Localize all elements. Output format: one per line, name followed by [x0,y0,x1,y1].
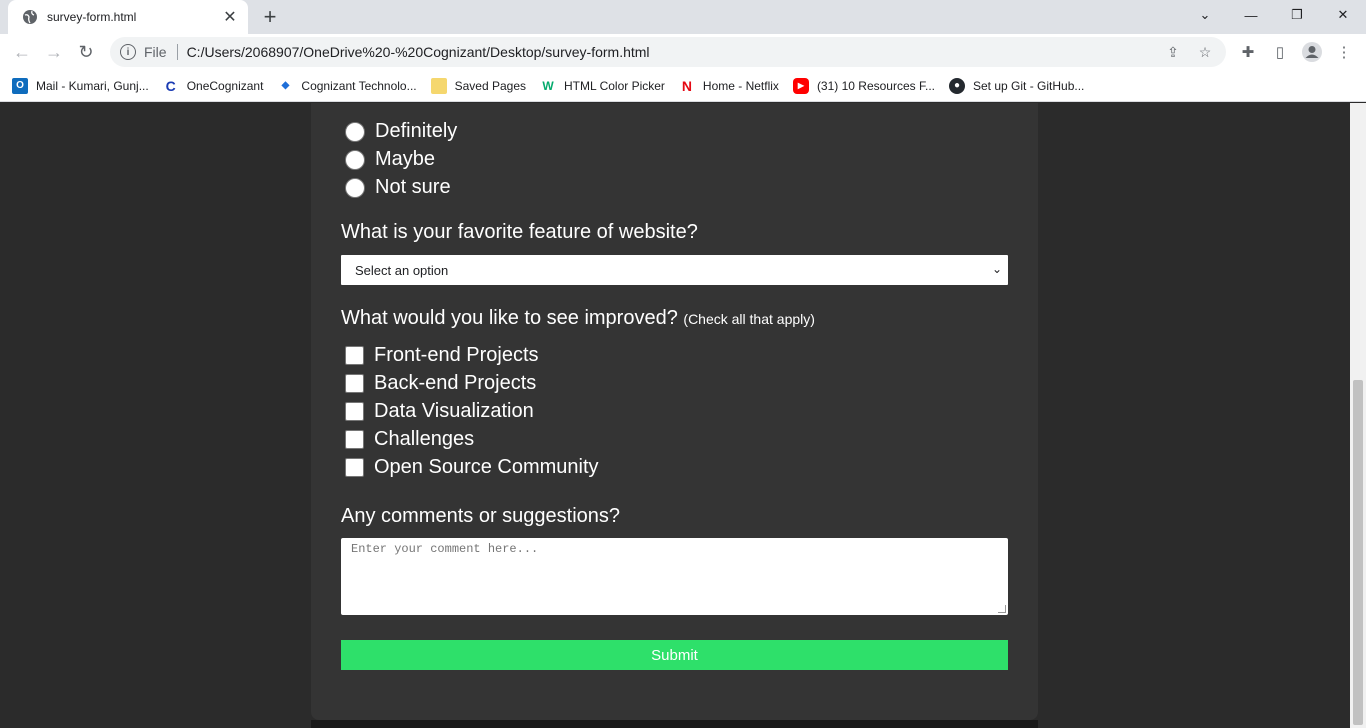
checkbox-front-end[interactable]: Front-end Projects [345,344,539,367]
bookmark-onecognizant[interactable]: C OneCognizant [162,77,263,94]
survey-form-card: Definitely Maybe Not sure What is your f… [311,103,1038,720]
radio-button[interactable] [345,121,365,142]
textarea-placeholder: Enter your comment here... [351,542,539,556]
radio-button[interactable] [345,177,365,198]
extensions-icon[interactable]: ✚ [1236,40,1260,64]
tab-title: survey-form.html [47,10,137,24]
checkbox[interactable] [345,346,364,365]
menu-kebab-icon[interactable]: ⋮ [1332,40,1356,64]
url-text[interactable]: C:/Users/2068907/OneDrive%20-%20Cognizan… [187,44,1162,60]
address-bar[interactable]: i File C:/Users/2068907/OneDrive%20-%20C… [110,37,1226,67]
outlook-icon: O [12,77,28,94]
youtube-icon: ▶ [792,77,809,94]
bookmark-cognizant[interactable]: ◆ Cognizant Technolo... [277,77,417,94]
new-tab-icon[interactable]: + [258,5,282,29]
dropdown-selected-value: Select an option [355,262,449,278]
reload-icon[interactable]: ↻ [72,38,100,66]
comments-textarea[interactable]: Enter your comment here... [341,538,1008,615]
checkbox-back-end[interactable]: Back-end Projects [345,372,536,395]
checkbox-data-visualization[interactable]: Data Visualization [345,400,534,423]
vertical-scrollbar[interactable] [1350,103,1366,728]
radio-definitely[interactable]: Definitely [345,120,457,143]
url-separator [176,44,178,60]
improve-hint: (Check all that apply) [683,311,815,327]
radio-maybe[interactable]: Maybe [345,148,435,171]
tab-strip: survey-form.html ✕ + ⌄ — ❐ ✕ [0,0,1366,34]
bookmark-saved-pages[interactable]: Saved Pages [430,77,526,94]
bookmark-netflix[interactable]: N Home - Netflix [678,77,779,94]
bookmark-star-icon[interactable]: ☆ [1194,41,1216,63]
checkbox[interactable] [345,430,364,449]
cognizant-icon: ◆ [277,77,294,94]
bookmarks-bar: O Mail - Kumari, Gunj... C OneCognizant … [0,70,1366,102]
favorite-feature-dropdown[interactable]: Select an option ⌄ [341,255,1008,285]
side-panel-icon[interactable]: ▯ [1268,40,1292,64]
share-icon[interactable]: ⇪ [1162,41,1184,63]
page-bottom-strip [311,720,1038,728]
checkbox[interactable] [345,402,364,421]
close-tab-icon[interactable]: ✕ [222,9,238,26]
scrollbar-thumb[interactable] [1353,380,1363,725]
checkbox-challenges[interactable]: Challenges [345,428,474,451]
improve-label: What would you like to see improved? (Ch… [341,307,815,329]
onecognizant-icon: C [162,77,179,94]
github-icon: ● [949,77,965,94]
page-viewport: Definitely Maybe Not sure What is your f… [0,103,1366,728]
folder-icon [430,77,447,94]
radio-not-sure[interactable]: Not sure [345,176,451,199]
back-icon[interactable]: ← [8,38,36,66]
bookmark-mail[interactable]: O Mail - Kumari, Gunj... [12,77,149,94]
chevron-down-icon: ⌄ [991,262,1002,276]
checkbox[interactable] [345,374,364,393]
tab-search-icon[interactable]: ⌄ [1182,0,1228,30]
globe-icon [22,9,38,25]
forward-icon[interactable]: → [40,38,68,66]
checkbox-open-source[interactable]: Open Source Community [345,456,599,479]
checkbox[interactable] [345,458,364,477]
window-close-icon[interactable]: ✕ [1320,0,1366,30]
submit-button[interactable]: Submit [341,640,1008,670]
bookmark-youtube[interactable]: ▶ (31) 10 Resources F... [792,77,935,94]
w3schools-icon: W [540,77,557,94]
url-scheme: File [144,44,167,60]
netflix-icon: N [678,77,695,94]
browser-toolbar: ← → ↻ i File C:/Users/2068907/OneDrive%2… [0,34,1366,70]
bookmark-html-color-picker[interactable]: W HTML Color Picker [540,77,665,94]
restore-icon[interactable]: ❐ [1274,0,1320,30]
site-info-icon[interactable]: i [120,44,136,60]
radio-button[interactable] [345,149,365,170]
bookmark-github[interactable]: ● Set up Git - GitHub... [949,77,1084,94]
favorite-feature-label: What is your favorite feature of website… [341,221,698,243]
comments-label: Any comments or suggestions? [341,505,621,527]
tab-survey-form[interactable]: survey-form.html ✕ [8,0,248,34]
resize-handle-icon[interactable] [998,605,1006,613]
minimize-icon[interactable]: — [1228,0,1274,30]
profile-avatar-icon[interactable] [1300,40,1324,64]
